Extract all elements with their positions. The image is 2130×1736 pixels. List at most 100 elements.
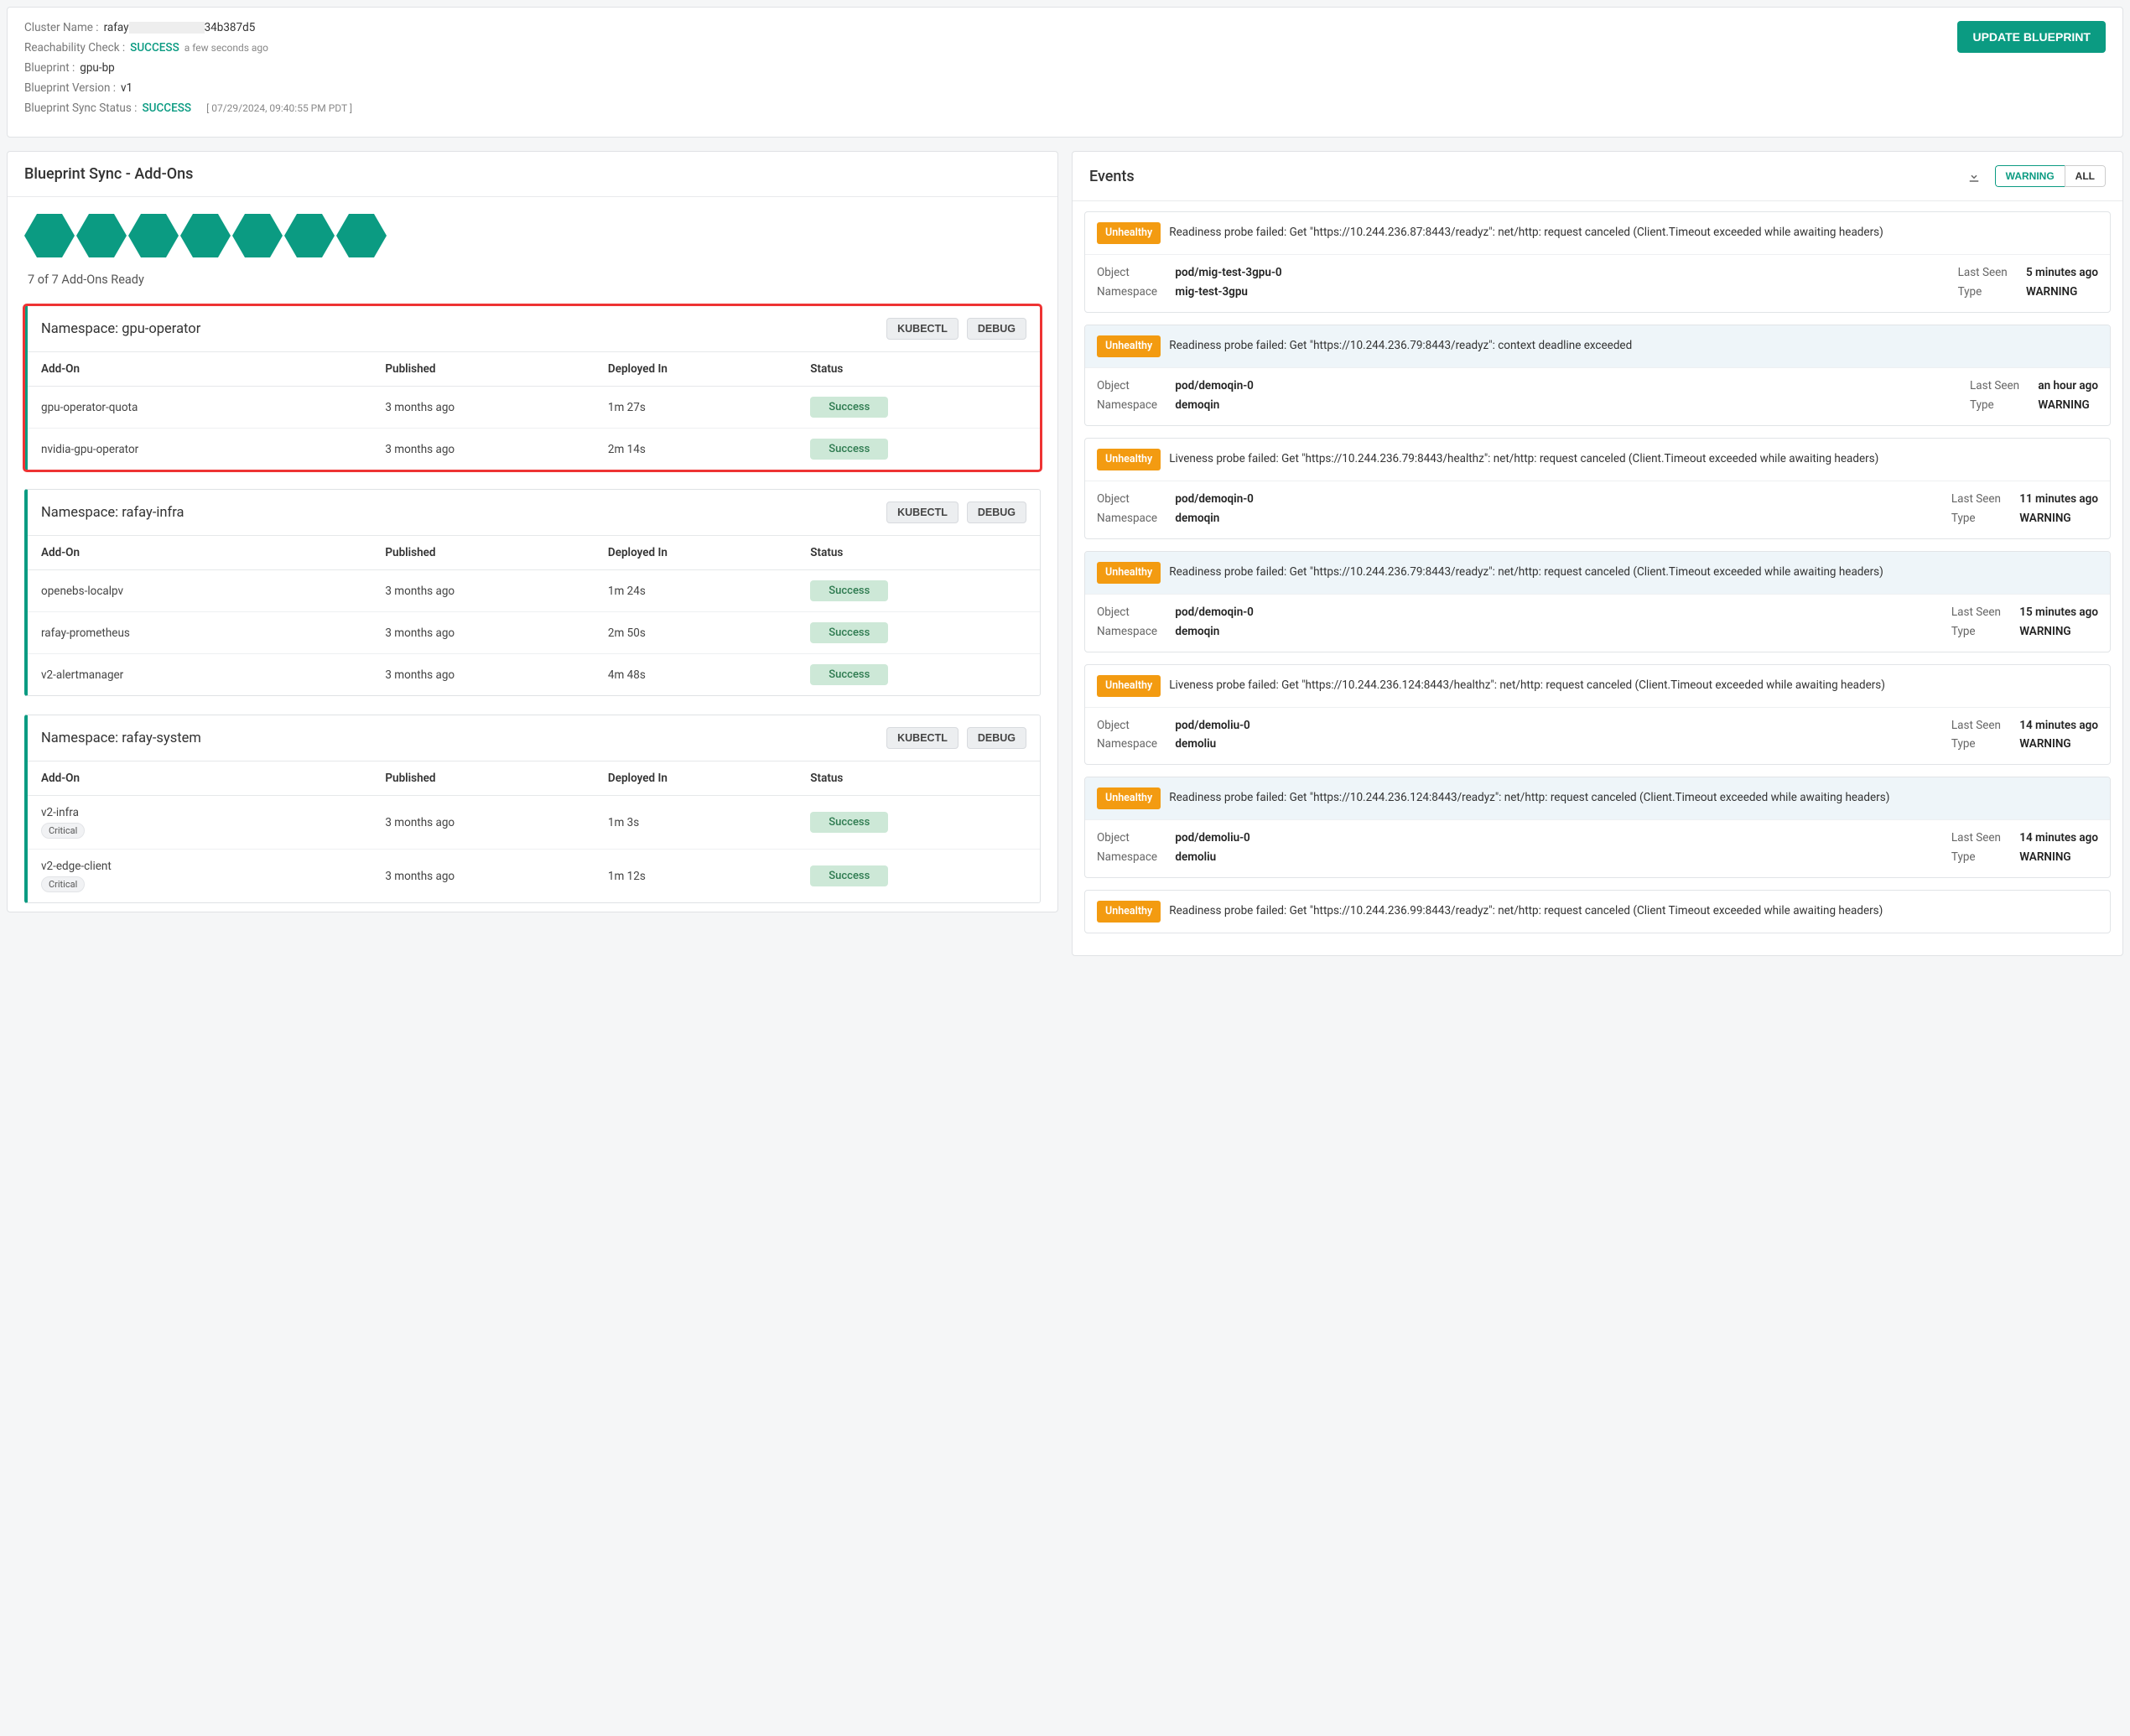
published-cell: 3 months ago bbox=[371, 612, 595, 654]
event-object-value: pod/demoqin-0 bbox=[1175, 379, 1254, 392]
event-badge: Unhealthy bbox=[1097, 222, 1161, 244]
event-message: Readiness probe failed: Get "https://10.… bbox=[1169, 339, 1632, 352]
table-row: v2-alertmanager3 months ago4m 48sSuccess bbox=[28, 654, 1040, 696]
addon-hex-icon bbox=[24, 214, 75, 257]
kubectl-button[interactable]: KUBECTL bbox=[886, 502, 958, 523]
kubectl-button[interactable]: KUBECTL bbox=[886, 727, 958, 749]
event-message: Readiness probe failed: Get "https://10.… bbox=[1169, 904, 1883, 917]
sync-status-timestamp: [ 07/29/2024, 09:40:55 PM PDT ] bbox=[206, 102, 352, 114]
published-cell: 3 months ago bbox=[371, 654, 595, 696]
debug-button[interactable]: DEBUG bbox=[967, 318, 1026, 340]
status-badge: Success bbox=[810, 439, 888, 460]
status-badge: Success bbox=[810, 664, 888, 685]
event-object-label: Object bbox=[1097, 263, 1172, 283]
cluster-header-panel: UPDATE BLUEPRINT Cluster Name : rafay34b… bbox=[7, 7, 2123, 138]
namespace-card: Namespace: gpu-operator KUBECTL DEBUG Add-O… bbox=[24, 305, 1041, 470]
event-lastseen-value: 11 minutes ago bbox=[2019, 492, 2098, 506]
addons-table: Add-OnPublishedDeployed InStatusv2-infra… bbox=[28, 761, 1040, 902]
col-deployed: Deployed In bbox=[595, 536, 797, 570]
col-addon: Add-On bbox=[28, 352, 371, 387]
event-object-label: Object bbox=[1097, 829, 1172, 848]
event-badge: Unhealthy bbox=[1097, 787, 1161, 809]
status-badge: Success bbox=[810, 397, 888, 418]
addons-hex-status bbox=[24, 214, 1041, 257]
event-details-row: Object pod/demoliu-0Namespace demoliuLas… bbox=[1085, 707, 2110, 765]
event-lastseen-label: Last Seen bbox=[1951, 603, 2017, 622]
addon-hex-icon bbox=[180, 214, 231, 257]
event-message: Liveness probe failed: Get "https://10.2… bbox=[1169, 452, 1878, 465]
addon-name-cell: gpu-operator-quota bbox=[28, 387, 371, 429]
filter-all-button[interactable]: ALL bbox=[2065, 165, 2106, 187]
update-blueprint-button[interactable]: UPDATE BLUEPRINT bbox=[1957, 21, 2106, 53]
col-status: Status bbox=[797, 761, 1040, 796]
event-details-row: Object pod/demoqin-0Namespace demoqinLas… bbox=[1085, 594, 2110, 652]
download-icon[interactable] bbox=[1966, 169, 1982, 184]
event-type-label: Type bbox=[1951, 735, 2017, 754]
col-addon: Add-On bbox=[28, 761, 371, 796]
event-namespace-value: demoqin bbox=[1175, 512, 1219, 525]
table-row: openebs-localpv3 months ago1m 24sSuccess bbox=[28, 570, 1040, 612]
addons-title: Blueprint Sync - Add-Ons bbox=[24, 165, 193, 183]
event-message-row: UnhealthyReadiness probe failed: Get "ht… bbox=[1085, 325, 2110, 367]
event-type-label: Type bbox=[1958, 283, 2024, 302]
event-message-row: UnhealthyReadiness probe failed: Get "ht… bbox=[1085, 212, 2110, 254]
status-cell: Success bbox=[797, 429, 1040, 470]
deployed-cell: 1m 27s bbox=[595, 387, 797, 429]
blueprint-sync-row: Blueprint Sync Status : SUCCESS [ 07/29/… bbox=[24, 101, 2106, 115]
event-card: Unhealthy Liveness probe failed: Get "htt… bbox=[1084, 438, 2111, 539]
event-type-value: WARNING bbox=[2038, 398, 2089, 412]
deployed-cell: 2m 50s bbox=[595, 612, 797, 654]
addons-table: Add-OnPublishedDeployed InStatusgpu-oper… bbox=[28, 352, 1040, 470]
blueprint-version-value: v1 bbox=[121, 81, 132, 95]
event-namespace-value: demoqin bbox=[1175, 398, 1219, 412]
reachability-time: a few seconds ago bbox=[184, 42, 268, 54]
event-message-row: Unhealthy Liveness probe failed: Get "htt… bbox=[1085, 439, 2110, 481]
event-badge: Unhealthy bbox=[1097, 449, 1161, 470]
deployed-cell: 1m 24s bbox=[595, 570, 797, 612]
event-object-label: Object bbox=[1097, 603, 1172, 622]
table-row: v2-infraCritical3 months ago1m 3sSuccess bbox=[28, 796, 1040, 850]
event-namespace-label: Namespace bbox=[1097, 735, 1172, 754]
event-type-label: Type bbox=[1951, 622, 2017, 642]
filter-warning-button[interactable]: WARNING bbox=[1995, 165, 2065, 187]
namespace-title: Namespace: rafay-system bbox=[41, 730, 201, 746]
event-message-row: UnhealthyReadiness probe failed: Get "ht… bbox=[1085, 777, 2110, 819]
events-panel: Events WARNING ALL UnhealthyReadiness pr… bbox=[1072, 151, 2123, 956]
col-published: Published bbox=[371, 352, 595, 387]
addons-header: Blueprint Sync - Add-Ons bbox=[8, 152, 1057, 197]
event-lastseen-value: 14 minutes ago bbox=[2019, 719, 2098, 732]
event-namespace-value: demoliu bbox=[1175, 850, 1216, 864]
event-namespace-label: Namespace bbox=[1097, 396, 1172, 415]
event-lastseen-label: Last Seen bbox=[1951, 490, 2017, 509]
events-filter-segment: WARNING ALL bbox=[1995, 165, 2106, 187]
event-type-value: WARNING bbox=[2019, 512, 2070, 525]
debug-button[interactable]: DEBUG bbox=[967, 727, 1026, 749]
event-badge: Unhealthy bbox=[1097, 562, 1161, 584]
reachability-label: Reachability Check : bbox=[24, 41, 125, 55]
namespace-title: Namespace: rafay-infra bbox=[41, 505, 184, 521]
kubectl-button[interactable]: KUBECTL bbox=[886, 318, 958, 340]
event-object-value: pod/demoliu-0 bbox=[1175, 719, 1249, 732]
status-cell: Success bbox=[797, 612, 1040, 654]
reachability-row: Reachability Check : SUCCESS a few secon… bbox=[24, 41, 2106, 55]
event-type-label: Type bbox=[1951, 848, 2017, 867]
published-cell: 3 months ago bbox=[371, 387, 595, 429]
event-type-label: Type bbox=[1951, 509, 2017, 528]
critical-badge: Critical bbox=[41, 876, 85, 892]
status-badge: Success bbox=[810, 812, 888, 833]
published-cell: 3 months ago bbox=[371, 570, 595, 612]
deployed-cell: 1m 3s bbox=[595, 796, 797, 850]
addon-hex-icon bbox=[284, 214, 335, 257]
table-row: nvidia-gpu-operator3 months ago2m 14sSuc… bbox=[28, 429, 1040, 470]
addons-table: Add-OnPublishedDeployed InStatusopenebs-… bbox=[28, 536, 1040, 695]
addon-hex-icon bbox=[336, 214, 387, 257]
status-cell: Success bbox=[797, 654, 1040, 696]
event-card: UnhealthyReadiness probe failed: Get "ht… bbox=[1084, 777, 2111, 878]
published-cell: 3 months ago bbox=[371, 850, 595, 903]
namespace-title: Namespace: gpu-operator bbox=[41, 321, 200, 337]
addon-name-cell: openebs-localpv bbox=[28, 570, 371, 612]
event-card: UnhealthyReadiness probe failed: Get "ht… bbox=[1084, 551, 2111, 652]
debug-button[interactable]: DEBUG bbox=[967, 502, 1026, 523]
table-row: v2-edge-clientCritical3 months ago1m 12s… bbox=[28, 850, 1040, 903]
event-type-label: Type bbox=[1970, 396, 2035, 415]
